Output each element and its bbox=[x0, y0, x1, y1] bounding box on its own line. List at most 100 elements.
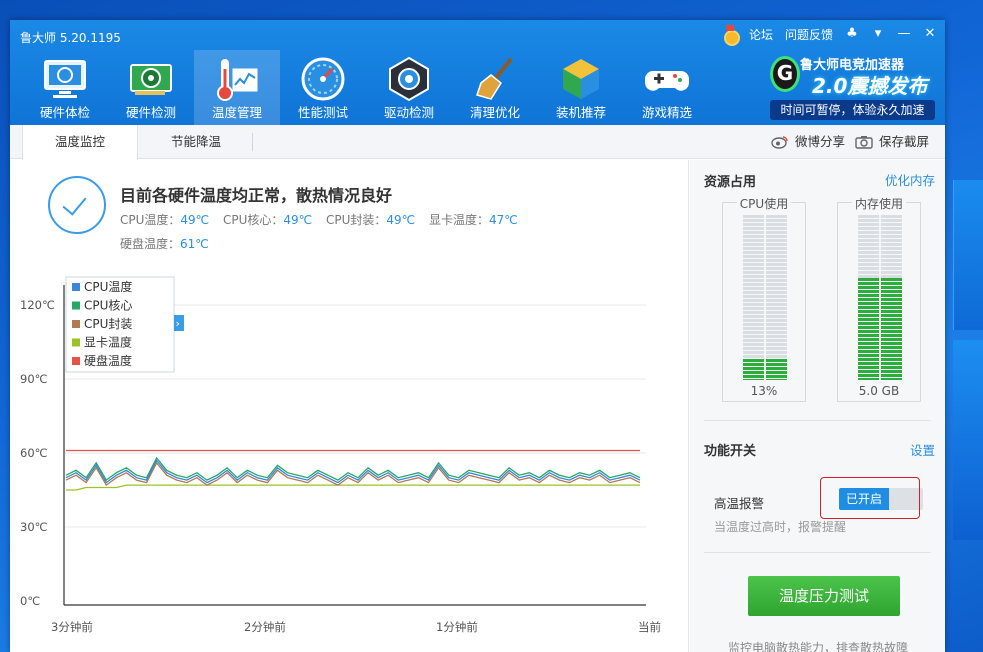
series-line bbox=[66, 484, 640, 491]
features-title: 功能开关 bbox=[704, 444, 757, 459]
memory-usage-value: 5.0 GB bbox=[858, 384, 900, 398]
nav-label: 硬件体检 bbox=[39, 105, 90, 120]
x-tick-label: 当前 bbox=[638, 620, 661, 634]
cube-icon bbox=[557, 55, 605, 103]
optimize-memory-link[interactable]: 优化内存 bbox=[885, 170, 935, 189]
memory-usage-bar bbox=[858, 215, 902, 380]
highlight-annotation bbox=[820, 477, 920, 519]
save-screenshot-button[interactable]: 保存截屏 bbox=[855, 125, 929, 159]
check-circle-icon bbox=[48, 176, 106, 234]
weibo-share-button[interactable]: 微博分享 bbox=[771, 125, 845, 159]
side-divider bbox=[704, 420, 931, 421]
nav-clean[interactable]: 清理优化 bbox=[452, 50, 538, 125]
y-tick-label: 30℃ bbox=[20, 520, 48, 534]
skin-icon[interactable]: ♣ bbox=[845, 27, 859, 41]
cpu-usage-meter: CPU使用 13% bbox=[722, 197, 806, 402]
x-tick-label: 2分钟前 bbox=[244, 620, 286, 634]
cpu-usage-fill bbox=[743, 358, 787, 380]
app-title: 鲁大师 5.20.1195 bbox=[20, 31, 121, 45]
cpu-usage-bar bbox=[743, 215, 787, 380]
y-tick-label: 90℃ bbox=[20, 372, 48, 386]
alarm-note: 当温度过高时，报警提醒 bbox=[714, 520, 847, 534]
x-tick-label: 1分钟前 bbox=[436, 620, 478, 634]
resources-title: 资源占用 bbox=[704, 175, 757, 190]
weibo-share-label: 微博分享 bbox=[794, 134, 845, 149]
forum-link[interactable]: 论坛 bbox=[749, 26, 773, 43]
app-window: 鲁大师 5.20.1195 论坛 问题反馈 ♣ ▾ — ✕ 硬件体检 硬件检测 bbox=[10, 20, 945, 652]
medal-icon[interactable] bbox=[721, 25, 740, 46]
legend-swatch bbox=[72, 357, 80, 365]
stress-test-button[interactable]: 温度压力测试 bbox=[748, 576, 900, 616]
title-actions: 论坛 问题反馈 ♣ ▾ — ✕ bbox=[721, 25, 937, 46]
x-tick-label: 3分钟前 bbox=[51, 620, 93, 634]
minimize-icon[interactable]: — bbox=[897, 27, 911, 41]
nav-label: 驱动检测 bbox=[383, 105, 434, 120]
y-tick-label: 60℃ bbox=[20, 446, 48, 460]
tab-temperature-monitor[interactable]: 温度监控 bbox=[22, 125, 138, 160]
legend-swatch bbox=[72, 320, 80, 328]
legend-label: 硬盘温度 bbox=[84, 353, 132, 368]
nav-label: 清理优化 bbox=[469, 105, 520, 120]
settings-link[interactable]: 设置 bbox=[910, 440, 935, 459]
gpu-temp-label: 显卡温度： bbox=[428, 213, 489, 227]
cpu-temp-label: CPU温度： bbox=[120, 213, 181, 227]
promo-banner[interactable]: G 鲁大师电竞加速器 2.0震撼发布 时间可暂停，体验永久加速 bbox=[770, 50, 935, 122]
tab-energy-cooling[interactable]: 节能降温 bbox=[138, 125, 254, 159]
cpu-core-label: CPU核心： bbox=[222, 213, 284, 227]
main-nav: 硬件体检 硬件检测 温度管理 性能测试 驱动检测 清理优化 装机推荐 游戏精选 bbox=[22, 50, 710, 125]
status-title: 目前各硬件温度均正常，散热情况良好 bbox=[120, 186, 393, 205]
speedometer-icon bbox=[299, 55, 347, 103]
legend-label: CPU封装 bbox=[84, 317, 132, 331]
monitor-icon bbox=[41, 55, 89, 103]
g-logo-icon: G bbox=[770, 56, 800, 92]
nav-label: 温度管理 bbox=[211, 105, 262, 120]
legend-label: CPU核心 bbox=[84, 299, 132, 313]
memory-usage-label: 内存使用 bbox=[851, 197, 906, 211]
camera-icon bbox=[855, 136, 873, 149]
nav-games[interactable]: 游戏精选 bbox=[624, 50, 710, 125]
temperature-chart: 0℃ 30℃ 60℃ 90℃ 120℃ 3分钟前 2分钟前 1分钟前 当前 CPU温度 CPU核心 C… bbox=[20, 276, 661, 634]
driver-gear-icon bbox=[385, 55, 433, 103]
disk-temp-label: 硬盘温度： bbox=[120, 237, 181, 251]
sub-tabs: 温度监控 节能降温 微博分享 保存截屏 bbox=[10, 125, 945, 160]
menu-icon[interactable]: ▾ bbox=[871, 27, 885, 41]
promo-line2: 2.0震撼发布 bbox=[812, 74, 928, 98]
chevron-right-icon: › bbox=[176, 317, 180, 330]
nav-label: 装机推荐 bbox=[555, 105, 606, 120]
promo-line3: 时间可暂停，体验永久加速 bbox=[770, 100, 935, 120]
cpu-usage-value: 13% bbox=[750, 384, 778, 398]
side-panel: 资源占用 优化内存 CPU使用 13% 内存使用 5.0 GB 功能开关 设置 … bbox=[690, 160, 945, 652]
side-divider-2 bbox=[704, 552, 931, 553]
nav-performance[interactable]: 性能测试 bbox=[280, 50, 366, 125]
gamepad-icon bbox=[643, 55, 691, 103]
y-tick-label: 0℃ bbox=[20, 594, 40, 608]
cpu-core-value: 49℃ bbox=[283, 213, 313, 227]
nav-hardware-check[interactable]: 硬件体检 bbox=[22, 50, 108, 125]
cpu-temp-value: 49℃ bbox=[180, 213, 210, 227]
nav-driver[interactable]: 驱动检测 bbox=[366, 50, 452, 125]
gpu-temp-value: 47℃ bbox=[488, 213, 518, 227]
thermometer-icon bbox=[213, 55, 261, 103]
nav-label: 性能测试 bbox=[297, 105, 348, 120]
title-bar: 鲁大师 5.20.1195 论坛 问题反馈 ♣ ▾ — ✕ 硬件体检 硬件检测 bbox=[10, 20, 945, 125]
y-tick-label: 120℃ bbox=[20, 298, 55, 312]
desktop-background-tile-2 bbox=[953, 340, 983, 540]
gpu-card-icon bbox=[127, 55, 175, 103]
weibo-icon bbox=[771, 136, 788, 149]
close-icon[interactable]: ✕ bbox=[923, 27, 937, 41]
cpu-package-label: CPU封装： bbox=[325, 213, 387, 227]
tab-separator bbox=[252, 133, 253, 151]
nav-label: 硬件检测 bbox=[125, 105, 176, 120]
legend-swatch bbox=[72, 338, 80, 347]
legend-swatch bbox=[72, 283, 80, 291]
nav-temperature[interactable]: 温度管理 bbox=[194, 50, 280, 125]
nav-build[interactable]: 装机推荐 bbox=[538, 50, 624, 125]
nav-label: 游戏精选 bbox=[641, 105, 692, 120]
nav-hardware-detect[interactable]: 硬件检测 bbox=[108, 50, 194, 125]
memory-usage-meter: 内存使用 5.0 GB bbox=[837, 197, 921, 402]
feedback-link[interactable]: 问题反馈 bbox=[785, 26, 833, 43]
temperature-panel: 目前各硬件温度均正常，散热情况良好 CPU温度：49℃ CPU核心：49℃ CP… bbox=[10, 160, 689, 652]
legend-label: CPU温度 bbox=[84, 279, 132, 294]
legend-label: 显卡温度 bbox=[84, 335, 132, 350]
legend-swatch bbox=[72, 301, 80, 310]
